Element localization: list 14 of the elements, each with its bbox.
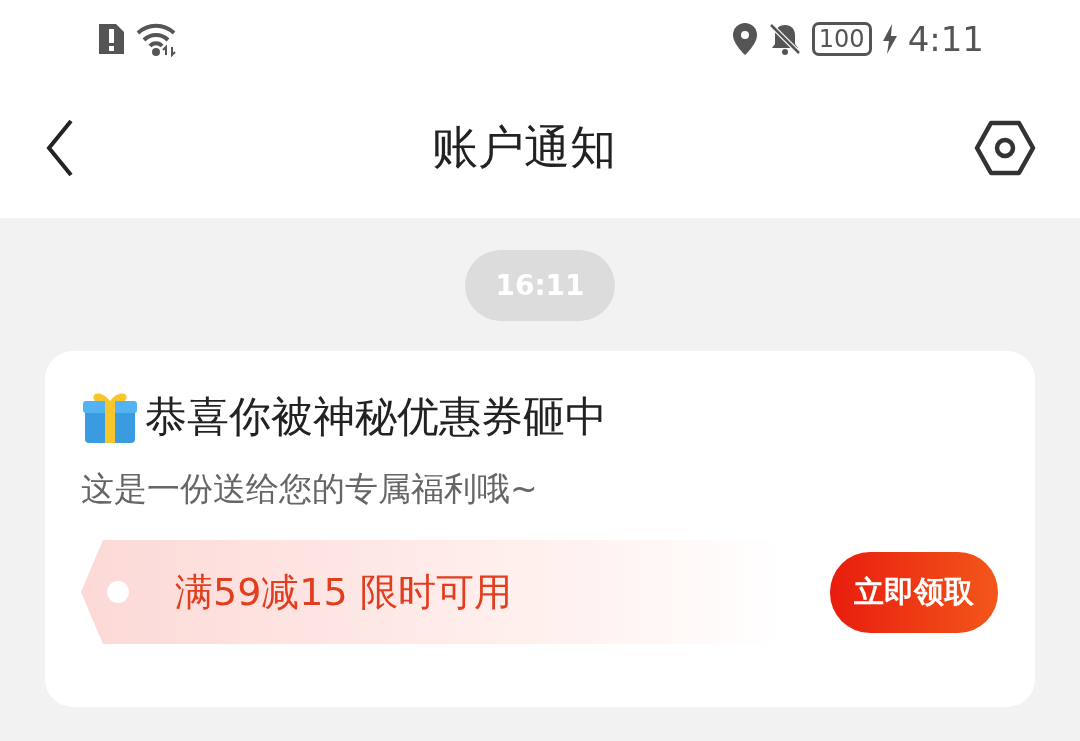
page-title: 账户通知	[432, 119, 616, 176]
tag-hole-icon	[107, 581, 129, 603]
clock-time: 4:11	[907, 19, 984, 59]
battery-indicator: 100	[811, 22, 872, 56]
back-icon[interactable]	[46, 119, 74, 177]
charging-icon	[881, 24, 898, 54]
muted-bell-icon	[767, 22, 802, 56]
location-icon	[731, 22, 758, 56]
coupon-text: 满59减15 限时可用	[175, 568, 512, 616]
settings-icon[interactable]	[974, 120, 1036, 176]
card-subtitle: 这是一份送给您的专属福利哦~	[81, 468, 539, 510]
card-title: 恭喜你被神秘优惠券砸中	[145, 391, 607, 443]
sim-alert-icon	[96, 21, 126, 57]
claim-button[interactable]: 立即领取	[830, 551, 998, 633]
